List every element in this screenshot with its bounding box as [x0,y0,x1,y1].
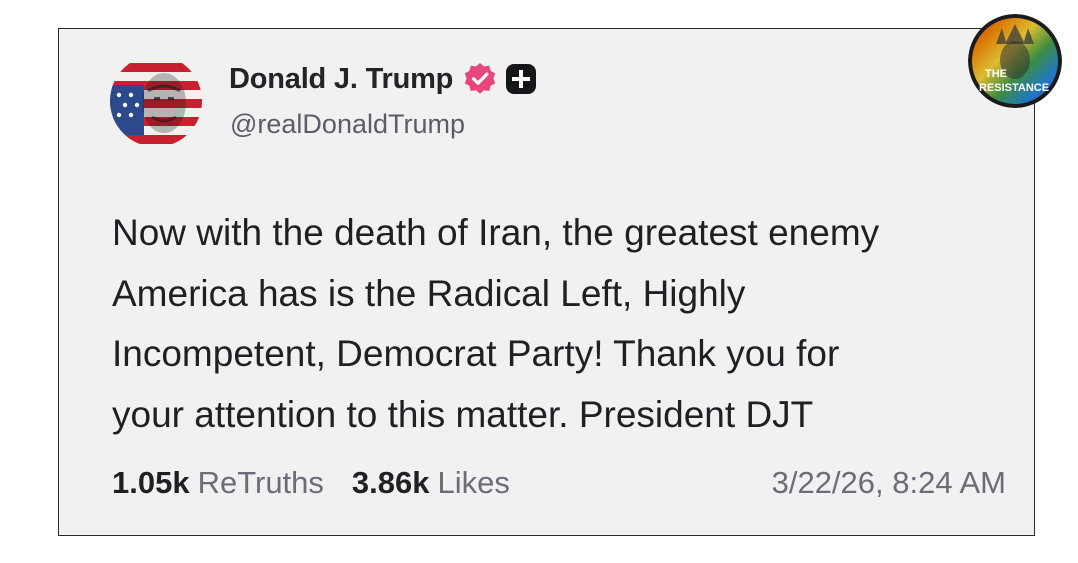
post-timestamp[interactable]: 3/22/26, 8:24 AM [772,465,1006,501]
retruths-label: ReTruths [197,465,324,500]
retruths-count: 1.05k [112,465,190,500]
watermark-line2: RESISTANCE [979,82,1049,94]
likes-label: Likes [437,465,510,500]
statue-of-liberty-icon: THE RESISTANCE [968,14,1062,108]
plus-badge-icon [506,64,537,94]
likes-stat[interactable]: 3.86k Likes [352,465,510,501]
resistance-watermark-logo: THE RESISTANCE [968,14,1062,108]
watermark-line1: THE [985,68,1007,80]
post-text-line: America has is the Radical Left, Highly [112,272,746,314]
engagement-stats: 1.05k ReTruths 3.86k Likes [112,465,510,501]
retruths-stat[interactable]: 1.05k ReTruths [112,465,324,501]
post-text-line: your attention to this matter. President… [112,393,814,435]
post-text-line: Incompetent, Democrat Party! Thank you f… [112,333,840,374]
flag-portrait-avatar-icon [110,55,202,147]
author-name-row: Donald J. Trump [229,59,537,99]
truth-social-post-card: Donald J. Trump @realDonaldTrump Now wit… [58,28,1035,536]
likes-count: 3.86k [351,465,430,500]
author-avatar[interactable] [110,55,202,147]
author-handle[interactable]: @realDonaldTrump [230,109,465,140]
post-text-line: Now with the death of Iran, the greatest… [112,212,880,253]
post-body: Now with the death of Iran, the greatest… [112,203,1002,445]
author-name[interactable]: Donald J. Trump [229,63,453,96]
verified-badge-icon [464,63,496,94]
